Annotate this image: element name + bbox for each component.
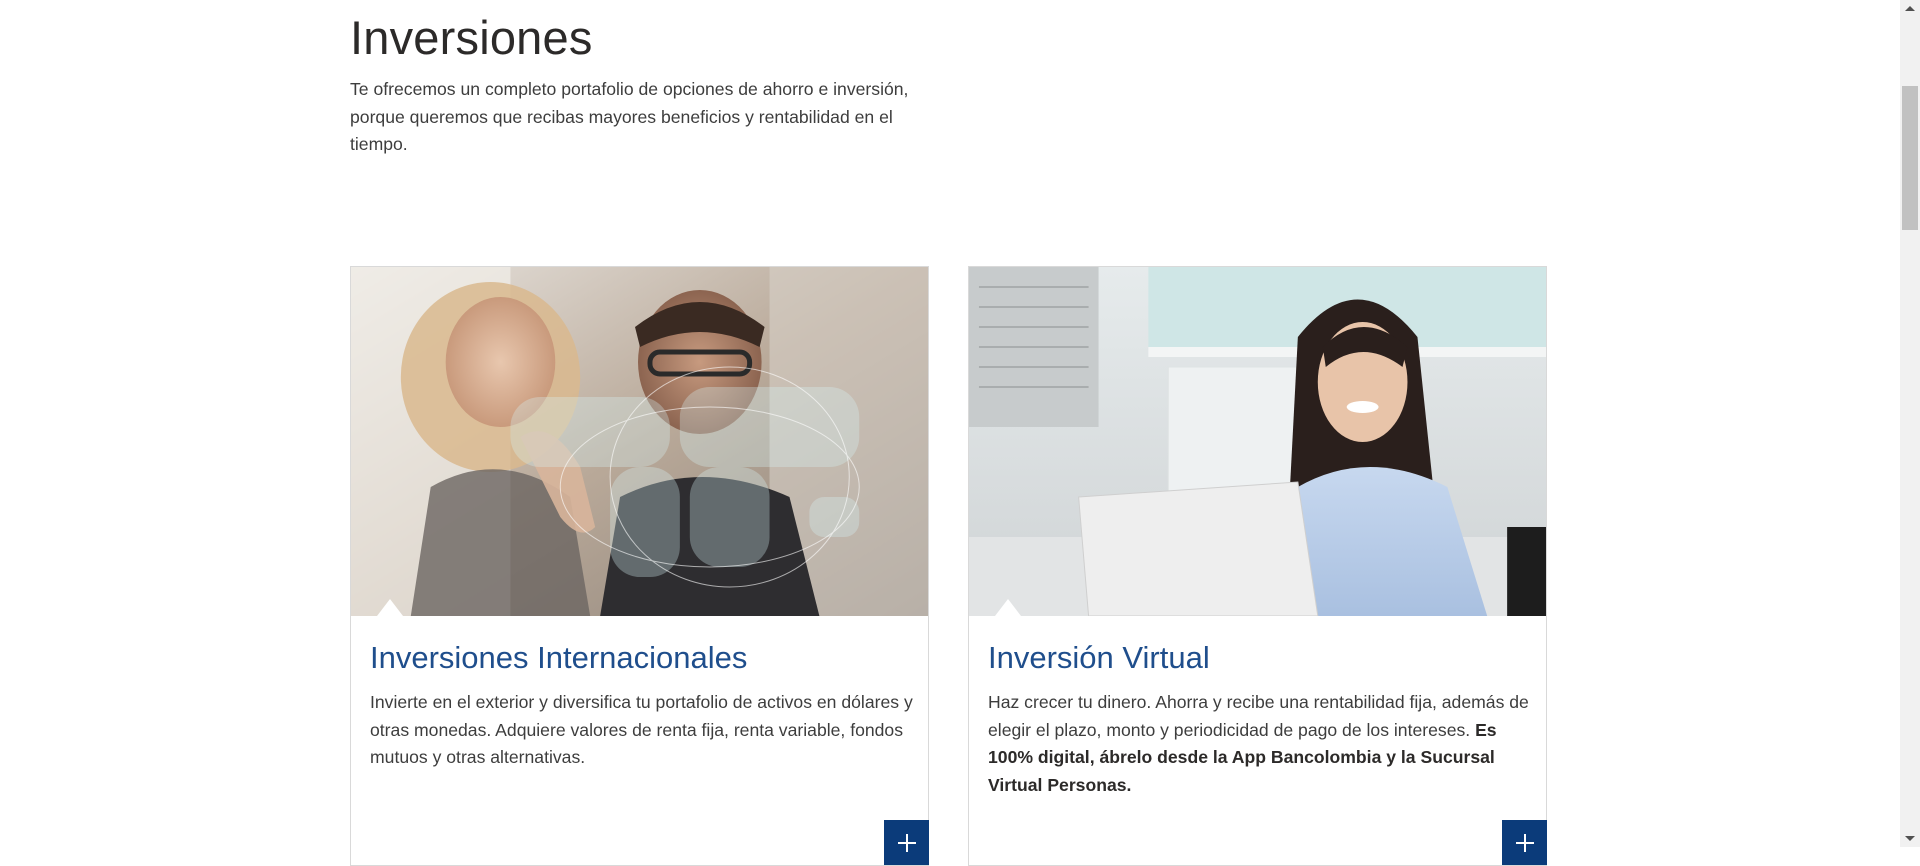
vertical-scrollbar[interactable] (1900, 0, 1920, 847)
intro-text: Te ofrecemos un completo portafolio de o… (350, 79, 909, 154)
woman-laptop-photo (969, 267, 1546, 616)
scroll-down-arrow-icon[interactable] (1905, 836, 1915, 841)
world-map-photo (351, 267, 928, 616)
expand-button[interactable] (1502, 820, 1547, 865)
card-inversion-virtual: Inversión Virtual Haz crecer tu dinero. … (968, 266, 1547, 866)
image-pointer (377, 599, 403, 616)
card-inversiones-internacionales: Inversiones Internacionales Invierte en … (350, 266, 929, 866)
plus-icon (1515, 833, 1534, 852)
scroll-up-arrow-icon[interactable] (1905, 6, 1915, 11)
plus-icon (897, 833, 916, 852)
image-pointer (995, 599, 1021, 616)
page-title: Inversiones (350, 11, 593, 64)
scrollbar-thumb[interactable] (1902, 86, 1918, 230)
card-description: Invierte en el exterior y diversifica tu… (370, 692, 913, 767)
expand-button[interactable] (884, 820, 929, 865)
card-description-regular: Haz crecer tu dinero. Ahorra y recibe un… (988, 692, 1529, 740)
card-title[interactable]: Inversiones Internacionales (370, 640, 747, 676)
card-description: Haz crecer tu dinero. Ahorra y recibe un… (988, 689, 1533, 799)
card-title[interactable]: Inversión Virtual (988, 640, 1210, 676)
